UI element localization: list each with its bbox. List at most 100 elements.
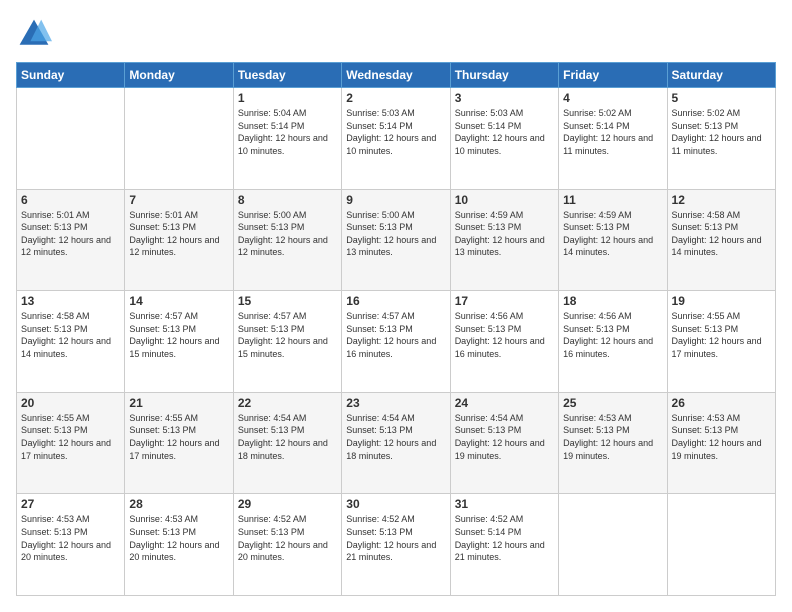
day-number: 26 (672, 396, 771, 410)
day-number: 17 (455, 294, 554, 308)
day-info: Sunrise: 5:02 AM Sunset: 5:14 PM Dayligh… (563, 107, 662, 157)
calendar-cell: 3 Sunrise: 5:03 AM Sunset: 5:14 PM Daylig… (450, 88, 558, 190)
calendar-cell: 28 Sunrise: 4:53 AM Sunset: 5:13 PM Dayli… (125, 494, 233, 596)
day-number: 29 (238, 497, 337, 511)
day-number: 3 (455, 91, 554, 105)
calendar-cell: 13 Sunrise: 4:58 AM Sunset: 5:13 PM Dayli… (17, 291, 125, 393)
calendar-cell: 14Sunrise: 4:57 AM Sunset: 5:13 PM Dayli… (125, 291, 233, 393)
calendar-cell: 20 Sunrise: 4:55 AM Sunset: 5:13 PM Dayli… (17, 392, 125, 494)
logo (16, 16, 56, 52)
page: SundayMondayTuesdayWednesdayThursdayFrid… (0, 0, 792, 612)
weekday-header-sunday: Sunday (17, 63, 125, 88)
day-number: 5 (672, 91, 771, 105)
day-info: Sunrise: 5:02 AM Sunset: 5:13 PM Dayligh… (672, 107, 771, 157)
calendar-cell: 12 Sunrise: 4:58 AM Sunset: 5:13 PM Dayli… (667, 189, 775, 291)
calendar-cell: 22 Sunrise: 4:54 AM Sunset: 5:13 PM Dayli… (233, 392, 341, 494)
day-number: 13 (21, 294, 120, 308)
calendar-cell: 18Sunrise: 4:56 AM Sunset: 5:13 PM Dayli… (559, 291, 667, 393)
calendar-cell: 17 Sunrise: 4:56 AM Sunset: 5:13 PM Dayli… (450, 291, 558, 393)
calendar-cell: 1 Sunrise: 5:04 AM Sunset: 5:14 PM Daylig… (233, 88, 341, 190)
day-number: 12 (672, 193, 771, 207)
day-number: 16 (346, 294, 445, 308)
day-info: Sunrise: 4:58 AM Sunset: 5:13 PM Dayligh… (21, 310, 120, 360)
day-number: 15 (238, 294, 337, 308)
day-number: 23 (346, 396, 445, 410)
weekday-header-row: SundayMondayTuesdayWednesdayThursdayFrid… (17, 63, 776, 88)
weekday-header-wednesday: Wednesday (342, 63, 450, 88)
day-info: Sunrise: 4:57 AM Sunset: 5:13 PM Dayligh… (238, 310, 337, 360)
calendar: SundayMondayTuesdayWednesdayThursdayFrid… (16, 62, 776, 596)
day-number: 11 (563, 193, 662, 207)
day-info: Sunrise: 4:53 AM Sunset: 5:13 PM Dayligh… (129, 513, 228, 563)
day-number: 31 (455, 497, 554, 511)
day-number: 1 (238, 91, 337, 105)
day-info: Sunrise: 4:54 AM Sunset: 5:13 PM Dayligh… (238, 412, 337, 462)
week-row-1: 1 Sunrise: 5:04 AM Sunset: 5:14 PM Daylig… (17, 88, 776, 190)
day-info: Sunrise: 5:04 AM Sunset: 5:14 PM Dayligh… (238, 107, 337, 157)
day-number: 2 (346, 91, 445, 105)
day-info: Sunrise: 4:55 AM Sunset: 5:13 PM Dayligh… (672, 310, 771, 360)
calendar-cell (559, 494, 667, 596)
day-number: 20 (21, 396, 120, 410)
calendar-cell: 11 Sunrise: 4:59 AM Sunset: 5:13 PM Dayli… (559, 189, 667, 291)
logo-icon (16, 16, 52, 52)
weekday-header-monday: Monday (125, 63, 233, 88)
day-info: Sunrise: 4:52 AM Sunset: 5:13 PM Dayligh… (346, 513, 445, 563)
calendar-cell: 15 Sunrise: 4:57 AM Sunset: 5:13 PM Dayli… (233, 291, 341, 393)
day-number: 6 (21, 193, 120, 207)
day-number: 30 (346, 497, 445, 511)
calendar-cell: 31 Sunrise: 4:52 AM Sunset: 5:14 PM Dayli… (450, 494, 558, 596)
day-info: Sunrise: 5:03 AM Sunset: 5:14 PM Dayligh… (346, 107, 445, 157)
day-info: Sunrise: 4:57 AM Sunset: 5:13 PM Dayligh… (346, 310, 445, 360)
calendar-cell: 21 Sunrise: 4:55 AM Sunset: 5:13 PM Dayli… (125, 392, 233, 494)
day-info: Sunrise: 5:00 AM Sunset: 5:13 PM Dayligh… (346, 209, 445, 259)
day-number: 28 (129, 497, 228, 511)
day-info: Sunrise: 4:55 AM Sunset: 5:13 PM Dayligh… (129, 412, 228, 462)
day-info: Sunrise: 4:56 AM Sunset: 5:13 PM Dayligh… (563, 310, 662, 360)
calendar-cell: 6 Sunrise: 5:01 AM Sunset: 5:13 PM Daylig… (17, 189, 125, 291)
day-number: 22 (238, 396, 337, 410)
week-row-5: 27Sunrise: 4:53 AM Sunset: 5:13 PM Dayli… (17, 494, 776, 596)
calendar-cell: 8 Sunrise: 5:00 AM Sunset: 5:13 PM Daylig… (233, 189, 341, 291)
day-info: Sunrise: 4:57 AM Sunset: 5:13 PM Dayligh… (129, 310, 228, 360)
day-number: 19 (672, 294, 771, 308)
day-number: 21 (129, 396, 228, 410)
day-info: Sunrise: 5:01 AM Sunset: 5:13 PM Dayligh… (21, 209, 120, 259)
calendar-cell: 29Sunrise: 4:52 AM Sunset: 5:13 PM Dayli… (233, 494, 341, 596)
calendar-cell: 4Sunrise: 5:02 AM Sunset: 5:14 PM Daylig… (559, 88, 667, 190)
day-info: Sunrise: 4:53 AM Sunset: 5:13 PM Dayligh… (21, 513, 120, 563)
day-info: Sunrise: 4:59 AM Sunset: 5:13 PM Dayligh… (563, 209, 662, 259)
day-info: Sunrise: 4:56 AM Sunset: 5:13 PM Dayligh… (455, 310, 554, 360)
calendar-cell (667, 494, 775, 596)
calendar-cell: 16 Sunrise: 4:57 AM Sunset: 5:13 PM Dayli… (342, 291, 450, 393)
calendar-cell: 7 Sunrise: 5:01 AM Sunset: 5:13 PM Daylig… (125, 189, 233, 291)
day-number: 25 (563, 396, 662, 410)
calendar-cell: 30 Sunrise: 4:52 AM Sunset: 5:13 PM Dayli… (342, 494, 450, 596)
calendar-cell: 25 Sunrise: 4:53 AM Sunset: 5:13 PM Dayli… (559, 392, 667, 494)
week-row-3: 13 Sunrise: 4:58 AM Sunset: 5:13 PM Dayli… (17, 291, 776, 393)
day-info: Sunrise: 4:53 AM Sunset: 5:13 PM Dayligh… (563, 412, 662, 462)
day-info: Sunrise: 4:59 AM Sunset: 5:13 PM Dayligh… (455, 209, 554, 259)
day-info: Sunrise: 4:53 AM Sunset: 5:13 PM Dayligh… (672, 412, 771, 462)
weekday-header-tuesday: Tuesday (233, 63, 341, 88)
calendar-cell: 2 Sunrise: 5:03 AM Sunset: 5:14 PM Daylig… (342, 88, 450, 190)
day-number: 8 (238, 193, 337, 207)
week-row-4: 20 Sunrise: 4:55 AM Sunset: 5:13 PM Dayli… (17, 392, 776, 494)
day-info: Sunrise: 4:52 AM Sunset: 5:14 PM Dayligh… (455, 513, 554, 563)
day-info: Sunrise: 4:58 AM Sunset: 5:13 PM Dayligh… (672, 209, 771, 259)
day-info: Sunrise: 5:00 AM Sunset: 5:13 PM Dayligh… (238, 209, 337, 259)
weekday-header-friday: Friday (559, 63, 667, 88)
day-number: 7 (129, 193, 228, 207)
day-info: Sunrise: 5:01 AM Sunset: 5:13 PM Dayligh… (129, 209, 228, 259)
weekday-header-saturday: Saturday (667, 63, 775, 88)
day-number: 24 (455, 396, 554, 410)
calendar-cell: 23Sunrise: 4:54 AM Sunset: 5:13 PM Dayli… (342, 392, 450, 494)
day-number: 10 (455, 193, 554, 207)
calendar-cell: 24Sunrise: 4:54 AM Sunset: 5:13 PM Dayli… (450, 392, 558, 494)
calendar-cell (125, 88, 233, 190)
day-info: Sunrise: 5:03 AM Sunset: 5:14 PM Dayligh… (455, 107, 554, 157)
day-info: Sunrise: 4:55 AM Sunset: 5:13 PM Dayligh… (21, 412, 120, 462)
calendar-cell: 27Sunrise: 4:53 AM Sunset: 5:13 PM Dayli… (17, 494, 125, 596)
calendar-cell: 9Sunrise: 5:00 AM Sunset: 5:13 PM Daylig… (342, 189, 450, 291)
calendar-cell: 10 Sunrise: 4:59 AM Sunset: 5:13 PM Dayli… (450, 189, 558, 291)
